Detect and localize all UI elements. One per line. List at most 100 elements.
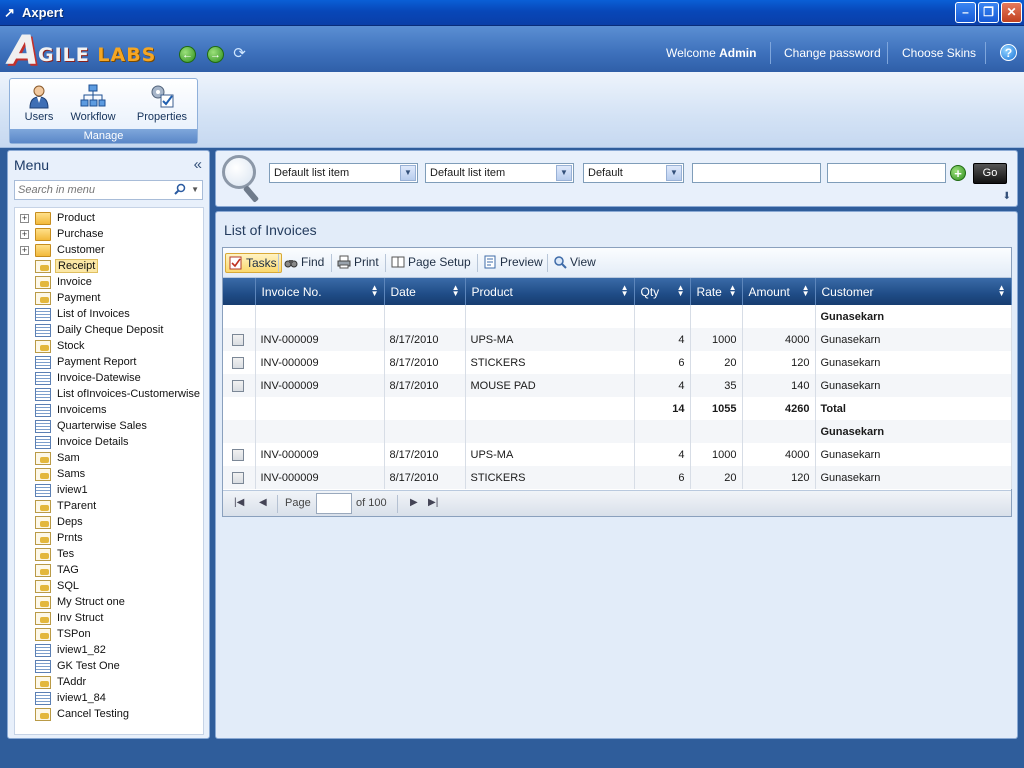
menu-item[interactable]: Deps [15, 515, 203, 531]
table-row[interactable]: INV-000009 8/17/2010 STICKERS 6 20 120 Gunasek… [223, 351, 1012, 374]
expand-down-icon[interactable]: ⬇ [1003, 191, 1011, 202]
row-checkbox[interactable] [232, 379, 244, 392]
menu-item[interactable]: + Product [15, 211, 203, 227]
menu-item[interactable]: Sams [15, 467, 203, 483]
column-header[interactable]: Rate ▲ ▼ [690, 278, 743, 305]
menu-item-label: Deps [57, 516, 83, 528]
row-checkbox[interactable] [232, 356, 244, 369]
menu-item[interactable]: + Customer [15, 243, 203, 259]
table-row[interactable]: INV-000009 8/17/2010 UPS-MA 4 1000 4000 Gunase… [223, 328, 1012, 351]
find-button[interactable]: Find [281, 253, 324, 273]
menu-item[interactable]: Invoice [15, 275, 203, 291]
restore-button[interactable]: ❐ [978, 2, 999, 23]
column-header[interactable]: Date ▲ ▼ [384, 278, 466, 305]
menu-item[interactable]: Payment [15, 291, 203, 307]
report-icon [35, 644, 51, 657]
menu-item[interactable]: Receipt [15, 259, 203, 275]
first-page-button[interactable]: |◀ [234, 497, 244, 508]
search-icon[interactable] [174, 183, 186, 195]
menu-item[interactable]: Invoice-Datewise [15, 371, 203, 387]
menu-item[interactable]: Inv Struct [15, 611, 203, 627]
add-filter-icon[interactable]: + [950, 165, 966, 181]
date-cell [384, 420, 466, 443]
change-password-link[interactable]: Change password [784, 46, 881, 60]
last-page-button[interactable]: ▶| [428, 497, 438, 508]
menu-search-input[interactable] [15, 181, 165, 199]
menu-item[interactable]: TAddr [15, 675, 203, 691]
menu-item[interactable]: Prnts [15, 531, 203, 547]
menu-item[interactable]: Payment Report [15, 355, 203, 371]
view-button[interactable]: View [550, 253, 596, 273]
preview-button[interactable]: Preview [480, 253, 543, 273]
filter-value-input[interactable] [692, 163, 821, 183]
menu-item[interactable]: Sam [15, 451, 203, 467]
back-icon[interactable]: ← [179, 46, 196, 63]
next-page-button[interactable]: ▶ [410, 497, 418, 508]
column-header[interactable]: Invoice No. ▲ ▼ [255, 278, 385, 305]
column-header[interactable]: Qty ▲ ▼ [634, 278, 691, 305]
table-row[interactable]: INV-000009 8/17/2010 UPS-MA 4 1000 4000 Gunase… [223, 443, 1012, 466]
menu-item[interactable]: Invoice Details [15, 435, 203, 451]
tasks-button[interactable]: Tasks [225, 253, 282, 273]
grid-toolbar: Tasks Find Print Page Setup Preview View [223, 248, 1011, 278]
menu-item[interactable]: GK Test One [15, 659, 203, 675]
amount-cell: 4000 [742, 328, 816, 351]
menu-item[interactable]: Invoicems [15, 403, 203, 419]
menu-item[interactable]: Tes [15, 547, 203, 563]
menu-item[interactable]: iview1_82 [15, 643, 203, 659]
ribbon-workflow-button[interactable]: Workflow [68, 83, 118, 123]
filter-select-3[interactable]: Default ▼ [583, 163, 684, 183]
menu-item[interactable]: My Struct one [15, 595, 203, 611]
filter-select-2[interactable]: Default list item ▼ [425, 163, 574, 183]
help-icon[interactable]: ? [1000, 44, 1017, 61]
page-setup-button[interactable]: Page Setup [388, 253, 471, 273]
filter-select-1[interactable]: Default list item ▼ [269, 163, 418, 183]
menu-item[interactable]: iview1_84 [15, 691, 203, 707]
row-checkbox[interactable] [232, 333, 244, 346]
column-header[interactable]: Customer ▲ ▼ [815, 278, 1012, 305]
close-button[interactable]: ✕ [1001, 2, 1022, 23]
minimize-button[interactable]: – [955, 2, 976, 23]
row-checkbox[interactable] [232, 471, 244, 484]
form-icon [35, 340, 51, 353]
report-icon [35, 420, 51, 433]
row-checkbox[interactable] [232, 448, 244, 461]
ribbon-properties-button[interactable]: Properties [134, 83, 190, 123]
previous-page-button[interactable]: ◀ [259, 497, 267, 508]
rate-cell: 35 [690, 374, 743, 397]
table-row[interactable]: INV-000009 8/17/2010 STICKERS 6 20 120 Gunasek… [223, 466, 1012, 489]
refresh-icon[interactable]: ⟳ [231, 46, 248, 63]
table-header-row: Invoice No. ▲ ▼ Date ▲ ▼ Product ▲ ▼ Qty ▲ ▼ Rat… [223, 278, 1012, 305]
menu-item[interactable]: Stock [15, 339, 203, 355]
filter-value-input-2[interactable] [827, 163, 946, 183]
collapse-panel-icon[interactable]: « [194, 156, 202, 173]
menu-item[interactable]: Daily Cheque Deposit [15, 323, 203, 339]
menu-item[interactable]: TAG [15, 563, 203, 579]
menu-item[interactable]: TSPon [15, 627, 203, 643]
menu-item[interactable]: List of Invoices [15, 307, 203, 323]
column-header[interactable]: Product ▲ ▼ [465, 278, 635, 305]
folder-icon [35, 212, 51, 225]
menu-item[interactable]: List ofInvoices-Customerwise [15, 387, 203, 403]
choose-skins-link[interactable]: Choose Skins [902, 46, 976, 60]
go-button[interactable]: Go [973, 163, 1007, 184]
page-number-input[interactable] [316, 493, 352, 514]
menu-item[interactable]: SQL [15, 579, 203, 595]
chevron-down-icon[interactable]: ▼ [191, 185, 199, 194]
menu-item-label: My Struct one [57, 596, 125, 608]
forward-icon[interactable]: → [207, 46, 224, 63]
printer-icon [337, 255, 351, 269]
column-header[interactable]: Amount ▲ ▼ [742, 278, 816, 305]
expand-icon[interactable]: + [20, 246, 29, 255]
window-title: Axpert [22, 5, 64, 20]
expand-icon[interactable]: + [20, 230, 29, 239]
ribbon-users-button[interactable]: Users [22, 83, 56, 123]
menu-item[interactable]: Quarterwise Sales [15, 419, 203, 435]
table-row[interactable]: INV-000009 8/17/2010 MOUSE PAD 4 35 140 Gunase… [223, 374, 1012, 397]
menu-item[interactable]: + Purchase [15, 227, 203, 243]
menu-item[interactable]: iview1 [15, 483, 203, 499]
print-button[interactable]: Print [334, 253, 379, 273]
menu-item[interactable]: Cancel Testing [15, 707, 203, 723]
menu-item[interactable]: TParent [15, 499, 203, 515]
expand-icon[interactable]: + [20, 214, 29, 223]
